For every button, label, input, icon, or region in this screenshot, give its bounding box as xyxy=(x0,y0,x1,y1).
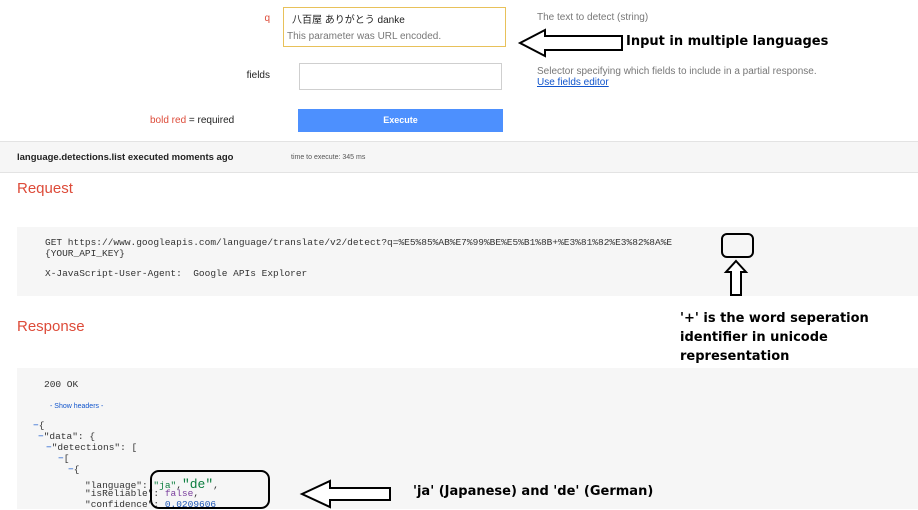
annotation-input-languages: Input in multiple languages xyxy=(626,34,829,49)
arrow-left-icon xyxy=(299,479,391,509)
annotation-plus-separator: '+' is the word seperation identifier in… xyxy=(680,309,869,366)
annotation-arrows xyxy=(299,28,749,509)
annotation-plus-line2: identifier in unicode xyxy=(680,330,828,345)
arrow-left-icon xyxy=(517,28,623,58)
annotation-language-codes: 'ja' (Japanese) and 'de' (German) xyxy=(413,484,654,499)
annotation-plus-line1: '+' is the word seperation xyxy=(680,311,869,326)
annotation-plus-line3: representation xyxy=(680,349,790,364)
arrow-up-icon xyxy=(723,259,749,296)
